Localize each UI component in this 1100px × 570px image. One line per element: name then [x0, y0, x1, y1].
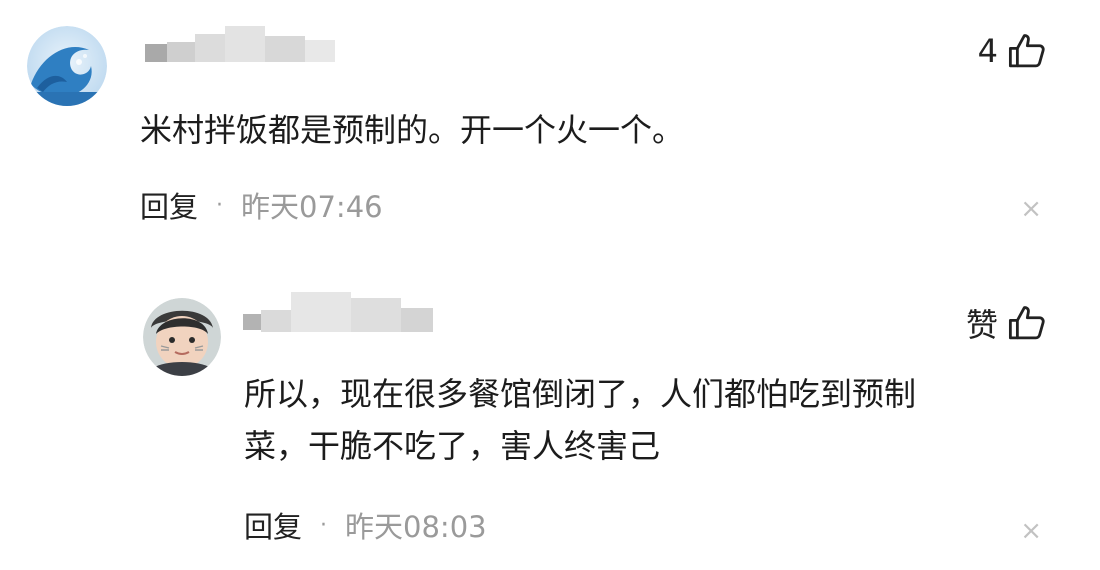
reply-button[interactable]: 回复 — [140, 184, 198, 226]
separator-dot: · — [320, 512, 328, 538]
wave-avatar-icon — [27, 26, 107, 106]
comment-meta: 回复 · 昨天08:03 — [244, 504, 487, 546]
thumb-up-icon — [1008, 34, 1045, 68]
like-count: 4 — [977, 32, 998, 70]
avatar[interactable] — [27, 26, 107, 106]
username-blurred — [145, 26, 335, 62]
reply-comment: 赞 所以，现在很多餐馆倒闭了，人们都怕吃到预制 菜，干脆不吃了，害人终害己 回复… — [0, 270, 1100, 570]
reply-button[interactable]: 回复 — [244, 504, 302, 546]
comment-text: 所以，现在很多餐馆倒闭了，人们都怕吃到预制 菜，干脆不吃了，害人终害己 — [244, 368, 1044, 472]
like-button[interactable]: 4 — [978, 30, 1048, 72]
child-avatar-icon — [143, 298, 221, 376]
avatar[interactable] — [143, 298, 221, 376]
username-blurred — [243, 292, 433, 332]
close-icon[interactable]: × — [1020, 196, 1042, 222]
close-icon[interactable]: × — [1020, 518, 1042, 544]
like-button[interactable]: 赞 — [966, 300, 1048, 346]
thumb-up-icon — [1008, 306, 1045, 340]
separator-dot: · — [216, 192, 224, 218]
comment-text-line: 所以，现在很多餐馆倒闭了，人们都怕吃到预制 — [244, 375, 917, 413]
comment: 4 米村拌饭都是预制的。开一个火一个。 回复 · 昨天07:46 × — [0, 0, 1100, 270]
comment-text: 米村拌饭都是预制的。开一个火一个。 — [140, 111, 685, 149]
timestamp: 昨天08:03 — [345, 510, 487, 544]
like-label: 赞 — [965, 306, 998, 344]
timestamp: 昨天07:46 — [241, 190, 383, 224]
comment-meta: 回复 · 昨天07:46 — [140, 184, 383, 226]
comment-text-line: 菜，干脆不吃了，害人终害己 — [244, 427, 661, 465]
